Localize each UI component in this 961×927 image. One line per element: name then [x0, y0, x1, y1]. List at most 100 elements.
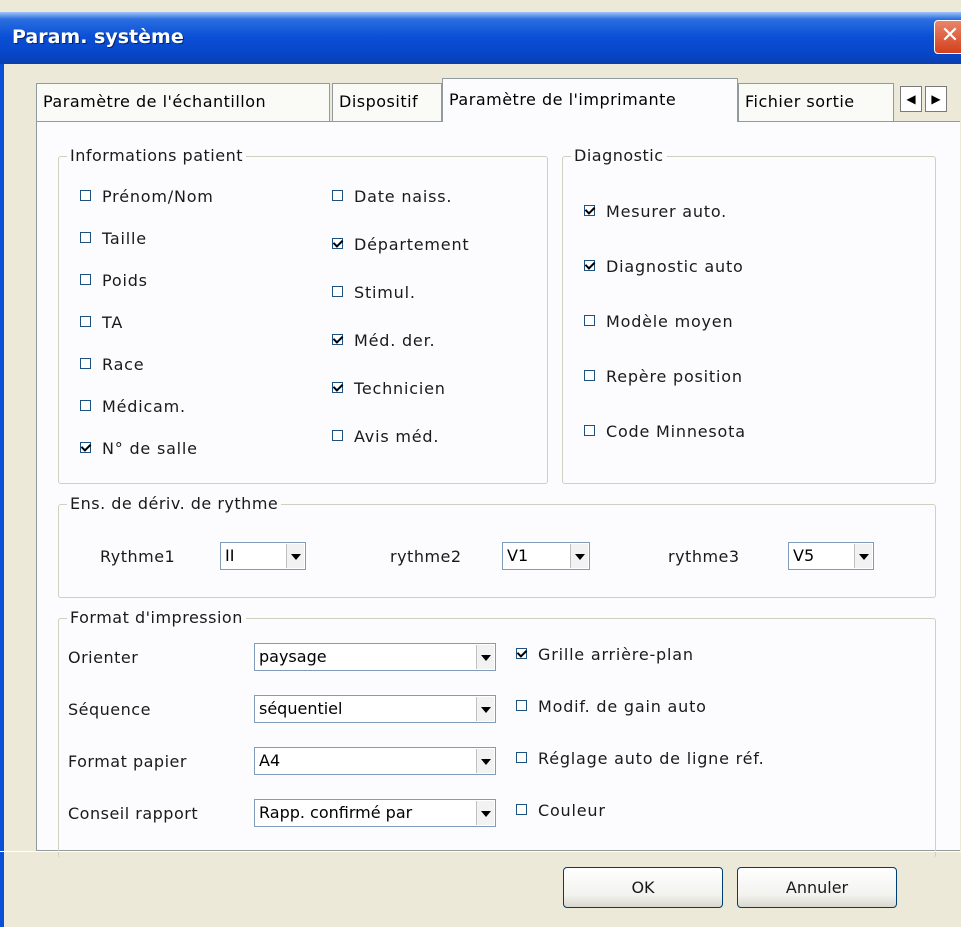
- print-option-checkbox[interactable]: Modif. de gain auto: [516, 697, 707, 716]
- background-strip: [0, 0, 961, 12]
- ok-button[interactable]: OK: [563, 867, 723, 908]
- patient-checkbox[interactable]: TA: [80, 313, 123, 332]
- chevron-down-icon[interactable]: [570, 544, 588, 568]
- print-option-checkbox[interactable]: Couleur: [516, 801, 606, 820]
- rhythm3-label: rythme3: [668, 547, 740, 566]
- print-field-label: Séquence: [68, 700, 151, 719]
- checkbox-unchecked-icon[interactable]: [80, 274, 91, 285]
- patient-checkbox[interactable]: Technicien: [332, 379, 446, 398]
- checkbox-unchecked-icon[interactable]: [584, 425, 595, 436]
- checkbox-label: Code Minnesota: [606, 422, 746, 441]
- checkbox-unchecked-icon[interactable]: [80, 232, 91, 243]
- checkbox-unchecked-icon[interactable]: [584, 370, 595, 381]
- print-field-select[interactable]: A4: [254, 747, 496, 775]
- print-field-select[interactable]: séquentiel: [254, 695, 496, 723]
- checkbox-unchecked-icon[interactable]: [80, 400, 91, 411]
- checkbox-label: Diagnostic auto: [606, 257, 744, 276]
- checkbox-label: Modèle moyen: [606, 312, 734, 331]
- checkbox-label: Réglage auto de ligne réf.: [538, 749, 765, 768]
- tab-printer-params[interactable]: Paramètre de l'imprimante: [442, 78, 738, 122]
- patient-checkbox[interactable]: Stimul.: [332, 283, 416, 302]
- checkbox-label: Avis méd.: [354, 427, 440, 446]
- rhythm3-select[interactable]: V5: [788, 542, 874, 570]
- checkbox-label: Médicam.: [102, 397, 186, 416]
- checkbox-checked-icon[interactable]: [332, 334, 343, 345]
- chevron-down-icon[interactable]: [286, 544, 304, 568]
- print-option-checkbox[interactable]: Réglage auto de ligne réf.: [516, 749, 764, 768]
- checkbox-label: Mesurer auto.: [606, 202, 728, 221]
- checkbox-unchecked-icon[interactable]: [516, 752, 527, 763]
- patient-checkbox[interactable]: N° de salle: [80, 439, 198, 458]
- print-field-select[interactable]: paysage: [254, 643, 496, 671]
- patient-checkbox[interactable]: Avis méd.: [332, 427, 439, 446]
- window-title: Param. système: [12, 26, 184, 48]
- checkbox-label: Date naiss.: [354, 187, 453, 206]
- checkbox-label: N° de salle: [102, 439, 198, 458]
- diagnostic-checkbox[interactable]: Repère position: [584, 367, 743, 386]
- divider: [0, 851, 961, 852]
- checkbox-checked-icon[interactable]: [584, 205, 595, 216]
- checkbox-unchecked-icon[interactable]: [80, 316, 91, 327]
- diagnostic-checkbox[interactable]: Code Minnesota: [584, 422, 746, 441]
- rhythm1-select[interactable]: II: [220, 542, 306, 570]
- checkbox-unchecked-icon[interactable]: [80, 190, 91, 201]
- tab-output-file[interactable]: Fichier sortie: [738, 83, 894, 121]
- print-field-label: Format papier: [68, 752, 187, 771]
- window-frame: [0, 64, 4, 927]
- print-option-checkbox[interactable]: Grille arrière-plan: [516, 645, 694, 664]
- tab-scroll-right-icon[interactable]: ▶: [925, 86, 947, 112]
- checkbox-label: Taille: [102, 229, 147, 248]
- rhythm2-label: rythme2: [390, 547, 462, 566]
- chevron-down-icon[interactable]: [476, 749, 494, 773]
- patient-checkbox[interactable]: Race: [80, 355, 144, 374]
- checkbox-checked-icon[interactable]: [80, 442, 91, 453]
- checkbox-label: Technicien: [354, 379, 446, 398]
- tab-sample-params[interactable]: Paramètre de l'échantillon: [36, 83, 330, 121]
- print-field-label: Orienter: [68, 648, 139, 667]
- checkbox-unchecked-icon[interactable]: [332, 430, 343, 441]
- checkbox-checked-icon[interactable]: [332, 238, 343, 249]
- checkbox-label: Grille arrière-plan: [538, 645, 694, 664]
- print-field-select[interactable]: Rapp. confirmé par: [254, 799, 496, 827]
- diagnostic-checkbox[interactable]: Mesurer auto.: [584, 202, 727, 221]
- checkbox-checked-icon[interactable]: [332, 382, 343, 393]
- diagnostic-checkbox[interactable]: Diagnostic auto: [584, 257, 744, 276]
- chevron-down-icon[interactable]: [476, 645, 494, 669]
- chevron-down-icon[interactable]: [476, 801, 494, 825]
- chevron-down-icon[interactable]: [476, 697, 494, 721]
- tab-scroll-left-icon[interactable]: ◀: [900, 86, 922, 112]
- checkbox-unchecked-icon[interactable]: [516, 700, 527, 711]
- diagnostic-checkbox[interactable]: Modèle moyen: [584, 312, 733, 331]
- checkbox-unchecked-icon[interactable]: [80, 358, 91, 369]
- patient-info-legend: Informations patient: [67, 146, 246, 165]
- patient-checkbox[interactable]: Médicam.: [80, 397, 186, 416]
- patient-checkbox[interactable]: Poids: [80, 271, 148, 290]
- patient-checkbox[interactable]: Prénom/Nom: [80, 187, 214, 206]
- checkbox-label: Poids: [102, 271, 148, 290]
- print-format-legend: Format d'impression: [67, 608, 246, 627]
- patient-checkbox[interactable]: Département: [332, 235, 469, 254]
- checkbox-unchecked-icon[interactable]: [332, 286, 343, 297]
- checkbox-unchecked-icon[interactable]: [332, 190, 343, 201]
- patient-checkbox[interactable]: Taille: [80, 229, 147, 248]
- patient-checkbox[interactable]: Méd. der.: [332, 331, 435, 350]
- rhythm-legend: Ens. de dériv. de rythme: [67, 494, 282, 513]
- tab-device[interactable]: Dispositif: [332, 83, 442, 121]
- checkbox-label: Race: [102, 355, 145, 374]
- checkbox-label: Couleur: [538, 801, 606, 820]
- cancel-button[interactable]: Annuler: [737, 867, 897, 908]
- rhythm1-label: Rythme1: [100, 547, 176, 566]
- checkbox-label: Modif. de gain auto: [538, 697, 707, 716]
- checkbox-label: Repère position: [606, 367, 743, 386]
- patient-checkbox[interactable]: Date naiss.: [332, 187, 452, 206]
- rhythm2-select[interactable]: V1: [502, 542, 590, 570]
- checkbox-label: Prénom/Nom: [102, 187, 214, 206]
- diagnostic-legend: Diagnostic: [571, 146, 667, 165]
- checkbox-checked-icon[interactable]: [516, 648, 527, 659]
- checkbox-label: Méd. der.: [354, 331, 436, 350]
- checkbox-checked-icon[interactable]: [584, 260, 595, 271]
- checkbox-unchecked-icon[interactable]: [584, 315, 595, 326]
- close-icon[interactable]: ✕: [934, 20, 961, 54]
- checkbox-unchecked-icon[interactable]: [516, 804, 527, 815]
- chevron-down-icon[interactable]: [854, 544, 872, 568]
